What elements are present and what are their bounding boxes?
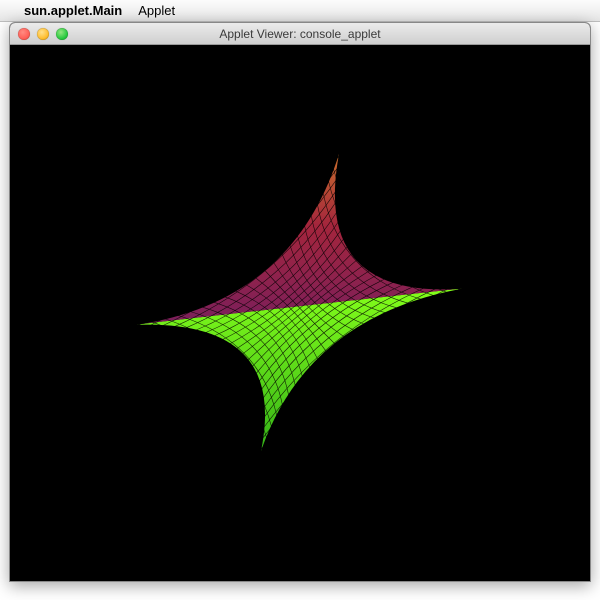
traffic-lights [18, 28, 68, 40]
macos-menubar: sun.applet.Main Applet [0, 0, 600, 22]
applet-viewer-window: Applet Viewer: console_applet [9, 22, 591, 582]
close-icon[interactable] [18, 28, 30, 40]
app-name-menu[interactable]: sun.applet.Main [24, 3, 122, 18]
astroid-surface [10, 45, 590, 581]
zoom-icon[interactable] [56, 28, 68, 40]
window-title: Applet Viewer: console_applet [10, 27, 590, 41]
menu-applet[interactable]: Applet [138, 3, 175, 18]
applet-canvas [10, 45, 590, 581]
window-titlebar[interactable]: Applet Viewer: console_applet [10, 23, 590, 45]
minimize-icon[interactable] [37, 28, 49, 40]
